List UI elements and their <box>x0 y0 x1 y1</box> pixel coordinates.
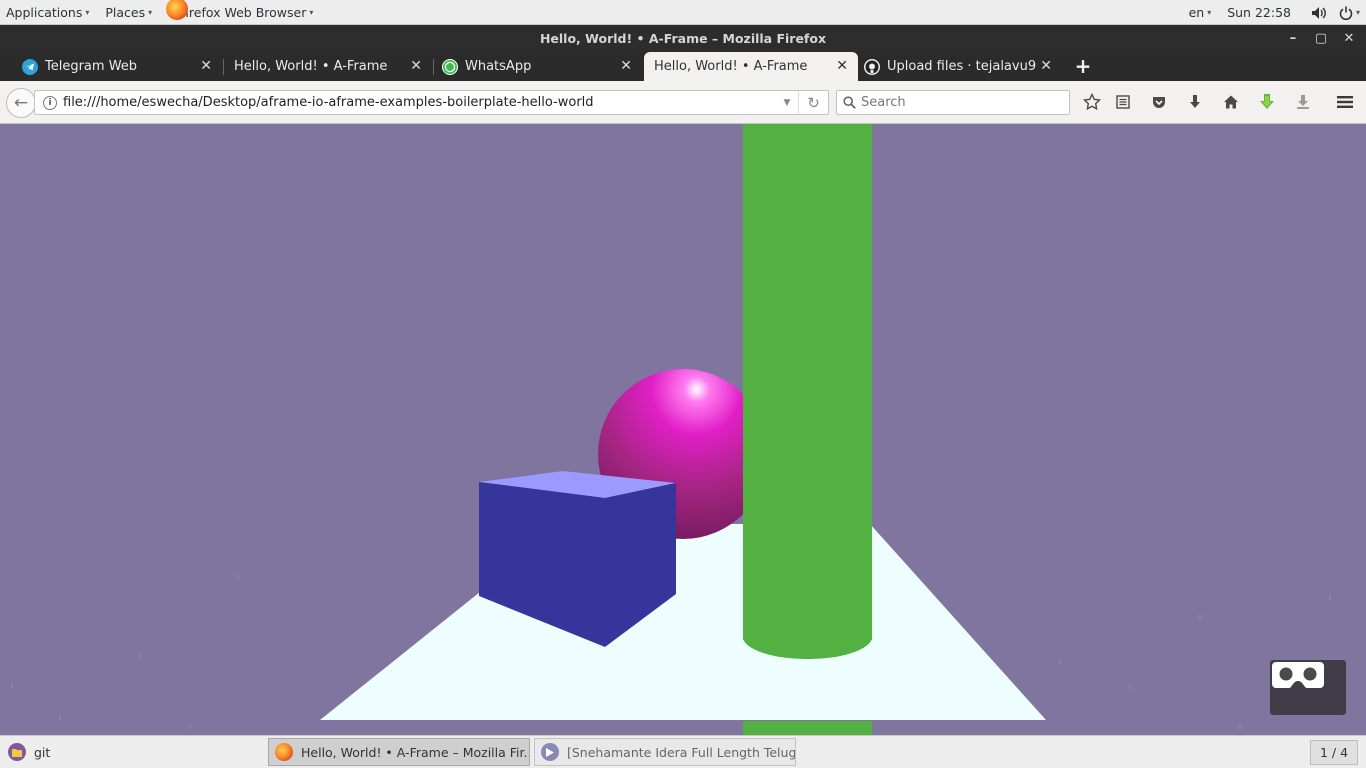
tab-aframe-1[interactable]: Hello, World! • A-Frame ✕ <box>212 52 432 81</box>
enter-vr-button[interactable] <box>1270 660 1346 715</box>
search-input[interactable] <box>861 95 1061 110</box>
cylinder <box>743 124 872 660</box>
window-titlebar[interactable]: Hello, World! • A-Frame – Mozilla Firefo… <box>0 25 1366 52</box>
extension-download-icon[interactable] <box>1257 92 1277 112</box>
places-menu[interactable]: Places ▾ <box>99 0 158 25</box>
download-status-icon[interactable] <box>1293 92 1313 112</box>
url-bar[interactable]: i file:///home/eswecha/Desktop/aframe-io… <box>34 90 829 115</box>
chevron-down-icon: ▾ <box>148 7 153 17</box>
search-bar[interactable] <box>836 90 1070 115</box>
media-player-icon <box>541 743 559 761</box>
taskbar-item-git[interactable]: git <box>2 738 264 766</box>
applications-menu[interactable]: Applications ▾ <box>0 0 95 25</box>
taskbar-label: git <box>34 744 51 760</box>
search-icon <box>837 96 861 109</box>
tab-strip: Telegram Web ✕ Hello, World! • A-Frame ✕… <box>0 52 1366 81</box>
active-app-label: Firefox Web Browser <box>179 4 307 20</box>
chevron-down-icon: ▾ <box>309 7 314 17</box>
active-app-menu[interactable]: Firefox Web Browser ▾ <box>160 0 319 25</box>
pocket-icon[interactable] <box>1149 92 1169 112</box>
hamburger-menu-icon[interactable] <box>1335 92 1355 112</box>
taskbar-label: [Snehamante Idera Full Length Telugu... <box>567 744 795 760</box>
tab-aframe-active[interactable]: Hello, World! • A-Frame ✕ <box>644 52 858 81</box>
applications-label: Applications <box>6 4 83 20</box>
ground-plane <box>320 524 1046 720</box>
close-tab-icon[interactable]: ✕ <box>200 58 212 74</box>
workspace-label: 1 / 4 <box>1319 745 1349 760</box>
tab-github[interactable]: Upload files · tejalavu96/v ✕ <box>842 52 1062 81</box>
downloads-icon[interactable] <box>1185 92 1205 112</box>
top-panel: Applications ▾ Places ▾ Firefox Web Brow… <box>0 0 1366 25</box>
volume-icon[interactable] <box>1305 0 1333 25</box>
tab-label: WhatsApp <box>465 59 532 74</box>
home-icon[interactable] <box>1221 92 1241 112</box>
tab-label: Upload files · tejalavu96/v <box>887 59 1037 74</box>
tab-whatsapp[interactable]: WhatsApp ✕ <box>420 52 642 81</box>
tab-label: Hello, World! • A-Frame <box>234 59 388 74</box>
folder-icon <box>8 743 26 761</box>
firefox-icon <box>275 743 293 761</box>
language-indicator[interactable]: en ▾ <box>1183 0 1218 25</box>
close-tab-icon[interactable]: ✕ <box>620 58 632 74</box>
chevron-down-icon: ▾ <box>1355 8 1360 17</box>
bookmark-star-icon[interactable] <box>1082 92 1102 112</box>
close-tab-icon[interactable]: ✕ <box>1040 58 1052 74</box>
chevron-down-icon: ▾ <box>1207 8 1212 17</box>
close-icon[interactable]: ✕ <box>1342 31 1356 46</box>
taskbar-label: Hello, World! • A-Frame – Mozilla Fir... <box>301 744 529 760</box>
tab-telegram[interactable]: Telegram Web ✕ <box>0 52 222 81</box>
places-label: Places <box>105 4 146 20</box>
tab-label: Hello, World! • A-Frame <box>654 59 808 74</box>
back-button[interactable]: ← <box>6 88 36 118</box>
taskbar-item-firefox[interactable]: Hello, World! • A-Frame – Mozilla Fir... <box>268 738 530 766</box>
cylinder-lower-segment <box>743 721 872 735</box>
window-title: Hello, World! • A-Frame – Mozilla Firefo… <box>539 31 827 46</box>
github-icon <box>864 58 880 75</box>
navigation-toolbar: ← i file:///home/eswecha/Desktop/aframe-… <box>0 81 1366 124</box>
new-tab-button[interactable]: + <box>1072 55 1094 77</box>
whatsapp-icon <box>442 58 458 75</box>
back-arrow-icon: ← <box>13 93 29 113</box>
scene-canvas[interactable] <box>0 124 1366 735</box>
workspace-indicator[interactable]: 1 / 4 <box>1310 740 1358 765</box>
minimize-icon[interactable]: – <box>1286 31 1300 46</box>
taskbar-item-video[interactable]: [Snehamante Idera Full Length Telugu... <box>534 738 796 766</box>
chevron-down-icon: ▾ <box>85 7 90 17</box>
reader-view-icon[interactable] <box>1113 92 1133 112</box>
aframe-scene[interactable] <box>0 124 1366 735</box>
power-icon[interactable]: ▾ <box>1333 0 1366 25</box>
reload-icon[interactable]: ↻ <box>798 91 828 114</box>
site-info-icon[interactable]: i <box>43 95 57 110</box>
bottom-taskbar: git Hello, World! • A-Frame – Mozilla Fi… <box>0 735 1366 768</box>
url-input[interactable]: file:///home/eswecha/Desktop/aframe-io-a… <box>63 95 776 110</box>
clock-label: Sun 22:58 <box>1227 5 1291 20</box>
language-label: en <box>1188 5 1205 20</box>
telegram-icon <box>22 58 38 75</box>
clock[interactable]: Sun 22:58 <box>1221 0 1297 25</box>
url-dropdown-icon[interactable]: ▼ <box>776 98 798 108</box>
tab-label: Telegram Web <box>45 59 138 74</box>
vr-goggles-icon <box>1272 662 1324 688</box>
maximize-icon[interactable]: ▢ <box>1314 31 1328 46</box>
